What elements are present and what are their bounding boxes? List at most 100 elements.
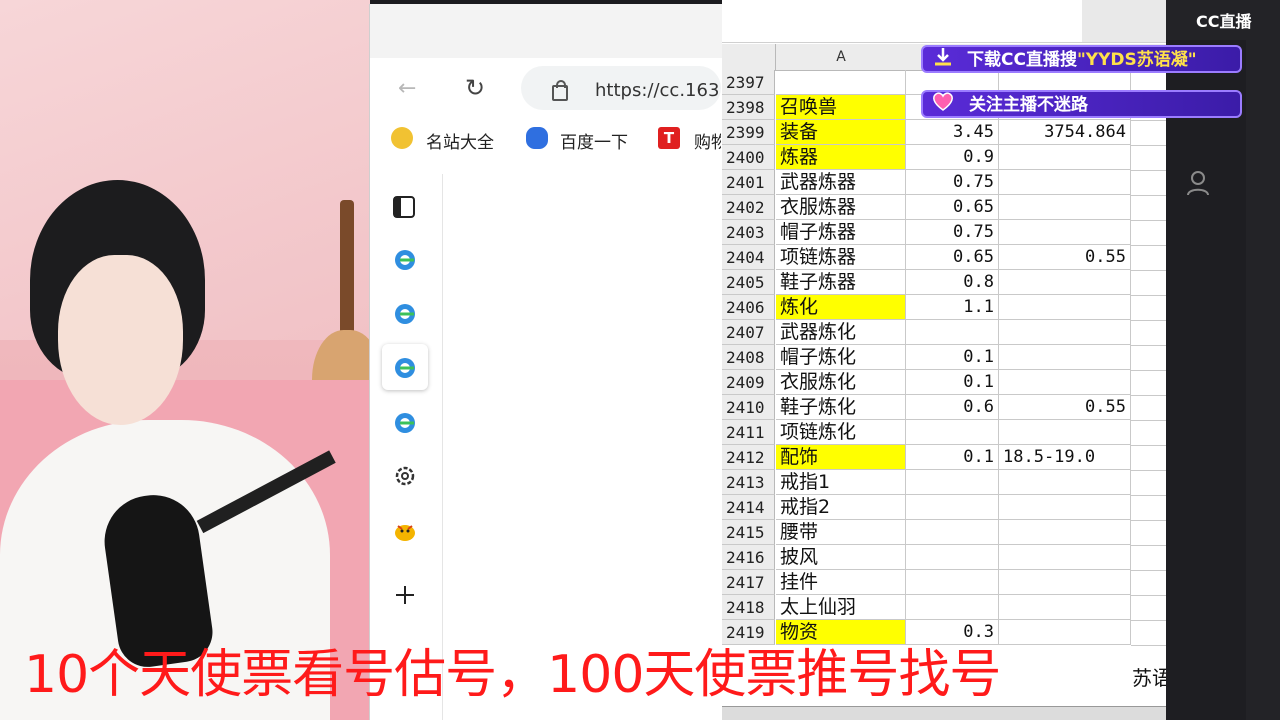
bookmark-shopping[interactable]: 购物 bbox=[694, 128, 721, 153]
cell-b[interactable]: 0.6 bbox=[906, 395, 999, 420]
cell-b[interactable] bbox=[906, 420, 999, 445]
cell-b[interactable]: 0.75 bbox=[906, 220, 999, 245]
cell-a[interactable]: 武器炼器 bbox=[776, 170, 906, 195]
bookmark-sites[interactable]: 名站大全 bbox=[426, 128, 494, 153]
cell-a[interactable]: 配饰 bbox=[776, 445, 906, 470]
row-number[interactable]: 2400 bbox=[722, 145, 775, 170]
cell-a[interactable]: 挂件 bbox=[776, 570, 906, 595]
cell-d[interactable] bbox=[1131, 220, 1166, 246]
row-number[interactable]: 2412 bbox=[722, 445, 775, 470]
cell-d[interactable] bbox=[1131, 470, 1166, 496]
cell-c[interactable] bbox=[999, 620, 1131, 645]
cell-a[interactable]: 武器炼化 bbox=[776, 320, 906, 345]
cell-d[interactable] bbox=[1131, 145, 1166, 171]
cell-a[interactable]: 装备 bbox=[776, 120, 906, 145]
cell-d[interactable] bbox=[1131, 245, 1166, 271]
cell-c[interactable] bbox=[999, 270, 1131, 295]
row-number[interactable]: 2409 bbox=[722, 370, 775, 395]
cell-c[interactable] bbox=[999, 170, 1131, 195]
cell-c[interactable]: 3754.864 bbox=[999, 120, 1131, 145]
cell-c[interactable]: 0.55 bbox=[999, 245, 1131, 270]
cell-c[interactable] bbox=[999, 145, 1131, 170]
cell-a[interactable]: 腰带 bbox=[776, 520, 906, 545]
cell-c[interactable]: 18.5-19.0 bbox=[999, 445, 1131, 470]
cell-d[interactable] bbox=[1131, 520, 1166, 546]
cell-b[interactable]: 0.1 bbox=[906, 370, 999, 395]
cell-a[interactable]: 召唤兽 bbox=[776, 95, 906, 120]
cell-d[interactable] bbox=[1131, 395, 1166, 421]
row-number[interactable]: 2407 bbox=[722, 320, 775, 345]
cell-d[interactable] bbox=[1131, 170, 1166, 196]
edge-icon[interactable] bbox=[392, 410, 418, 436]
cell-c[interactable] bbox=[999, 295, 1131, 320]
row-number[interactable]: 2397 bbox=[722, 70, 775, 95]
row-number[interactable]: 2404 bbox=[722, 245, 775, 270]
cell-b[interactable]: 0.1 bbox=[906, 345, 999, 370]
cell-b[interactable]: 0.65 bbox=[906, 195, 999, 220]
cell-c[interactable] bbox=[999, 470, 1131, 495]
cell-d[interactable] bbox=[1131, 620, 1166, 646]
cell-a[interactable]: 戒指2 bbox=[776, 495, 906, 520]
cell-c[interactable] bbox=[999, 370, 1131, 395]
column-header-a[interactable]: A bbox=[776, 44, 907, 71]
cell-a[interactable]: 项链炼器 bbox=[776, 245, 906, 270]
row-number[interactable]: 2403 bbox=[722, 220, 775, 245]
cell-b[interactable] bbox=[906, 470, 999, 495]
cell-d[interactable] bbox=[1131, 420, 1166, 446]
reload-icon[interactable]: ↻ bbox=[465, 74, 485, 102]
cell-d[interactable] bbox=[1131, 545, 1166, 571]
cell-c[interactable] bbox=[999, 570, 1131, 595]
url-text[interactable]: https://cc.163 bbox=[595, 80, 721, 101]
row-number[interactable]: 2417 bbox=[722, 570, 775, 595]
cell-a[interactable]: 太上仙羽 bbox=[776, 595, 906, 620]
cell-b[interactable]: 0.65 bbox=[906, 245, 999, 270]
row-number[interactable]: 2411 bbox=[722, 420, 775, 445]
cell-a[interactable]: 项链炼化 bbox=[776, 420, 906, 445]
settings-icon[interactable] bbox=[392, 463, 418, 489]
cell-c[interactable] bbox=[999, 345, 1131, 370]
cell-a[interactable]: 鞋子炼器 bbox=[776, 270, 906, 295]
cell-a[interactable]: 披风 bbox=[776, 545, 906, 570]
edge-icon[interactable] bbox=[392, 355, 418, 381]
row-number[interactable]: 2399 bbox=[722, 120, 775, 145]
cell-b[interactable] bbox=[906, 570, 999, 595]
cell-d[interactable] bbox=[1131, 570, 1166, 596]
cell-b[interactable] bbox=[906, 520, 999, 545]
row-number[interactable]: 2408 bbox=[722, 345, 775, 370]
cell-b[interactable]: 1.1 bbox=[906, 295, 999, 320]
cell-c[interactable]: 0.55 bbox=[999, 395, 1131, 420]
row-number[interactable]: 2398 bbox=[722, 95, 775, 120]
cell-b[interactable]: 0.8 bbox=[906, 270, 999, 295]
cell-b[interactable]: 3.45 bbox=[906, 120, 999, 145]
cell-c[interactable] bbox=[999, 495, 1131, 520]
row-number[interactable]: 2402 bbox=[722, 195, 775, 220]
bookmark-baidu[interactable]: 百度一下 bbox=[560, 128, 628, 153]
add-icon[interactable] bbox=[392, 582, 418, 608]
edge-icon[interactable] bbox=[392, 301, 418, 327]
cell-b[interactable]: 0.1 bbox=[906, 445, 999, 470]
cell-b[interactable] bbox=[906, 595, 999, 620]
cell-a[interactable]: 帽子炼器 bbox=[776, 220, 906, 245]
row-number[interactable]: 2416 bbox=[722, 545, 775, 570]
row-number[interactable]: 2414 bbox=[722, 495, 775, 520]
row-number[interactable]: 2418 bbox=[722, 595, 775, 620]
cell-c[interactable] bbox=[999, 545, 1131, 570]
cell-b[interactable]: 0.75 bbox=[906, 170, 999, 195]
cell-b[interactable]: 0.9 bbox=[906, 145, 999, 170]
cell-d[interactable] bbox=[1131, 270, 1166, 296]
cell-a[interactable]: 衣服炼器 bbox=[776, 195, 906, 220]
row-number[interactable]: 2405 bbox=[722, 270, 775, 295]
cell-a[interactable]: 鞋子炼化 bbox=[776, 395, 906, 420]
cell-c[interactable] bbox=[999, 520, 1131, 545]
select-all-corner[interactable] bbox=[722, 44, 776, 71]
row-number[interactable]: 2413 bbox=[722, 470, 775, 495]
cell-a[interactable]: 帽子炼化 bbox=[776, 345, 906, 370]
cell-c[interactable] bbox=[999, 195, 1131, 220]
row-number[interactable]: 2406 bbox=[722, 295, 775, 320]
sheet-tabs-bar[interactable] bbox=[722, 706, 1166, 720]
cell-a[interactable]: 炼化 bbox=[776, 295, 906, 320]
collections-icon[interactable] bbox=[391, 194, 417, 220]
cell-d[interactable] bbox=[1131, 370, 1166, 396]
cell-a[interactable]: 衣服炼化 bbox=[776, 370, 906, 395]
row-number[interactable]: 2410 bbox=[722, 395, 775, 420]
